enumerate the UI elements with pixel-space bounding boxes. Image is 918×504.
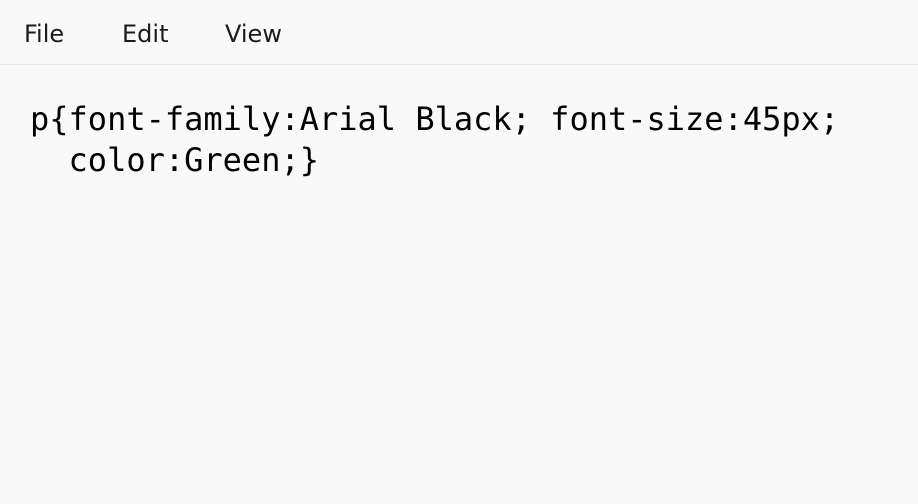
- menu-edit[interactable]: Edit: [122, 18, 168, 50]
- menu-view[interactable]: View: [225, 18, 282, 50]
- text-editor-area[interactable]: p{font-family:Arial Black; font-size:45p…: [0, 66, 918, 504]
- notepad-window: File Edit View p{font-family:Arial Black…: [0, 0, 918, 504]
- menu-file[interactable]: File: [24, 18, 64, 50]
- editor-line: color:Green;}: [30, 141, 319, 179]
- editor-line: p{font-family:Arial Black; font-size:45p…: [30, 100, 840, 138]
- menu-bar: File Edit View: [0, 0, 918, 65]
